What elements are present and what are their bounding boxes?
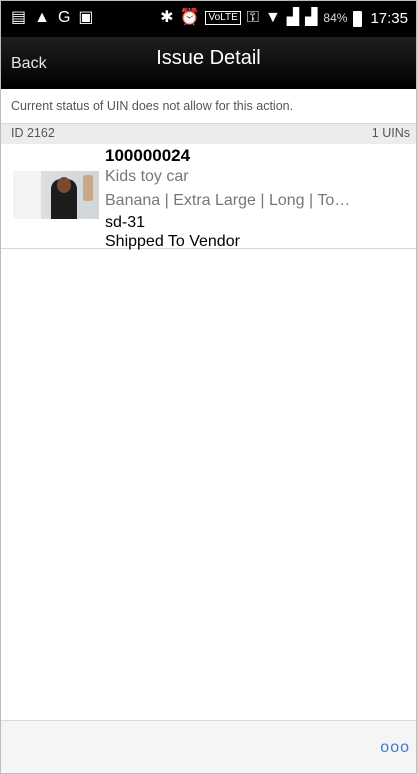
id-bar: ID 2162 1 UINs: [1, 124, 416, 144]
app-header: Back Issue Detail: [1, 37, 416, 89]
item-name: Kids toy car: [105, 168, 189, 185]
uin-count: 1 UINs: [371, 126, 410, 140]
issue-id: ID 2162: [11, 126, 55, 140]
item-thumbnail: [13, 171, 99, 219]
list-item[interactable]: 100000024 Kids toy car Banana | Extra La…: [1, 144, 416, 252]
navigation-icon: ▲: [34, 9, 50, 26]
status-bar-right: ✱ ⏰ VoLTE ⚿ ▼ ▟ ▟ 84% 17:35: [160, 8, 408, 28]
item-sku: 100000024: [105, 146, 191, 165]
key-icon: ⚿: [246, 9, 259, 26]
wifi-icon: ▼: [264, 9, 281, 26]
item-attributes: Banana | Extra Large | Long | To…: [105, 192, 351, 209]
page-title: Issue Detail: [156, 47, 261, 69]
bluetooth-icon: ✱: [160, 9, 174, 26]
status-notice: Current status of UIN does not allow for…: [1, 89, 416, 124]
chat-icon: ▣: [78, 9, 94, 26]
alarm-icon: ⏰: [179, 9, 200, 26]
footer-bar: ooo: [1, 720, 416, 773]
signal-icon: ▟: [305, 9, 318, 26]
status-bar: ▤ ▲ G ▣ ✱ ⏰ VoLTE ⚿ ▼ ▟ ▟ 84% 17:35: [1, 1, 416, 37]
item-code: sd-31: [105, 214, 146, 231]
battery-icon: [353, 11, 363, 27]
item-details: 100000024 Kids toy car Banana | Extra La…: [105, 146, 408, 252]
more-options-button[interactable]: ooo: [380, 739, 410, 757]
app-screen: ▤ ▲ G ▣ ✱ ⏰ VoLTE ⚿ ▼ ▟ ▟ 84% 17:35 Back…: [0, 0, 417, 774]
signal-icon: ▟: [286, 9, 300, 26]
clock: 17:35: [370, 9, 408, 27]
volte-icon: VoLTE: [205, 11, 241, 25]
battery-percent: 84%: [323, 11, 348, 25]
notice-text: Current status of UIN does not allow for…: [11, 99, 294, 113]
item-status: Shipped To Vendor: [105, 233, 240, 250]
google-icon: G: [57, 9, 71, 26]
status-bar-left: ▤ ▲ G ▣: [11, 8, 94, 28]
message-icon: ▤: [11, 9, 27, 26]
